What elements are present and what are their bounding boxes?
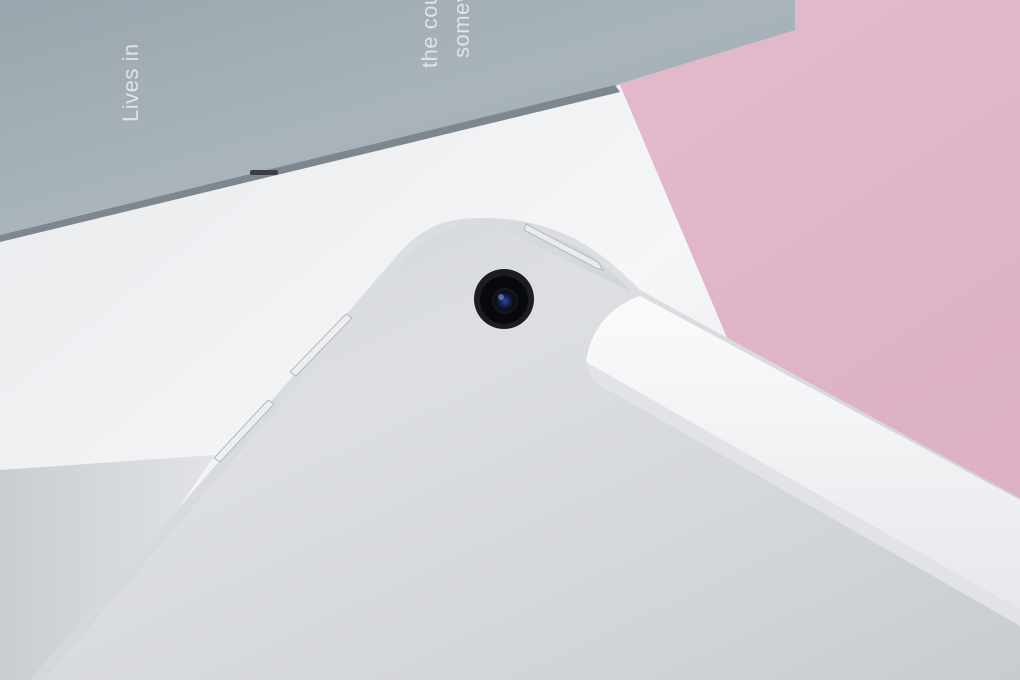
box-mark	[250, 170, 278, 175]
book-cover-text-line-2: the cou	[417, 0, 442, 68]
photo-scene: Lives in the cou somev	[0, 0, 1020, 680]
lens-glint	[498, 294, 504, 300]
book-cover-text-line-3: somev	[449, 0, 474, 58]
book-cover-text-line-1: Lives in	[118, 43, 143, 122]
camera-lens	[492, 288, 518, 314]
tablet-photo	[0, 0, 1020, 680]
